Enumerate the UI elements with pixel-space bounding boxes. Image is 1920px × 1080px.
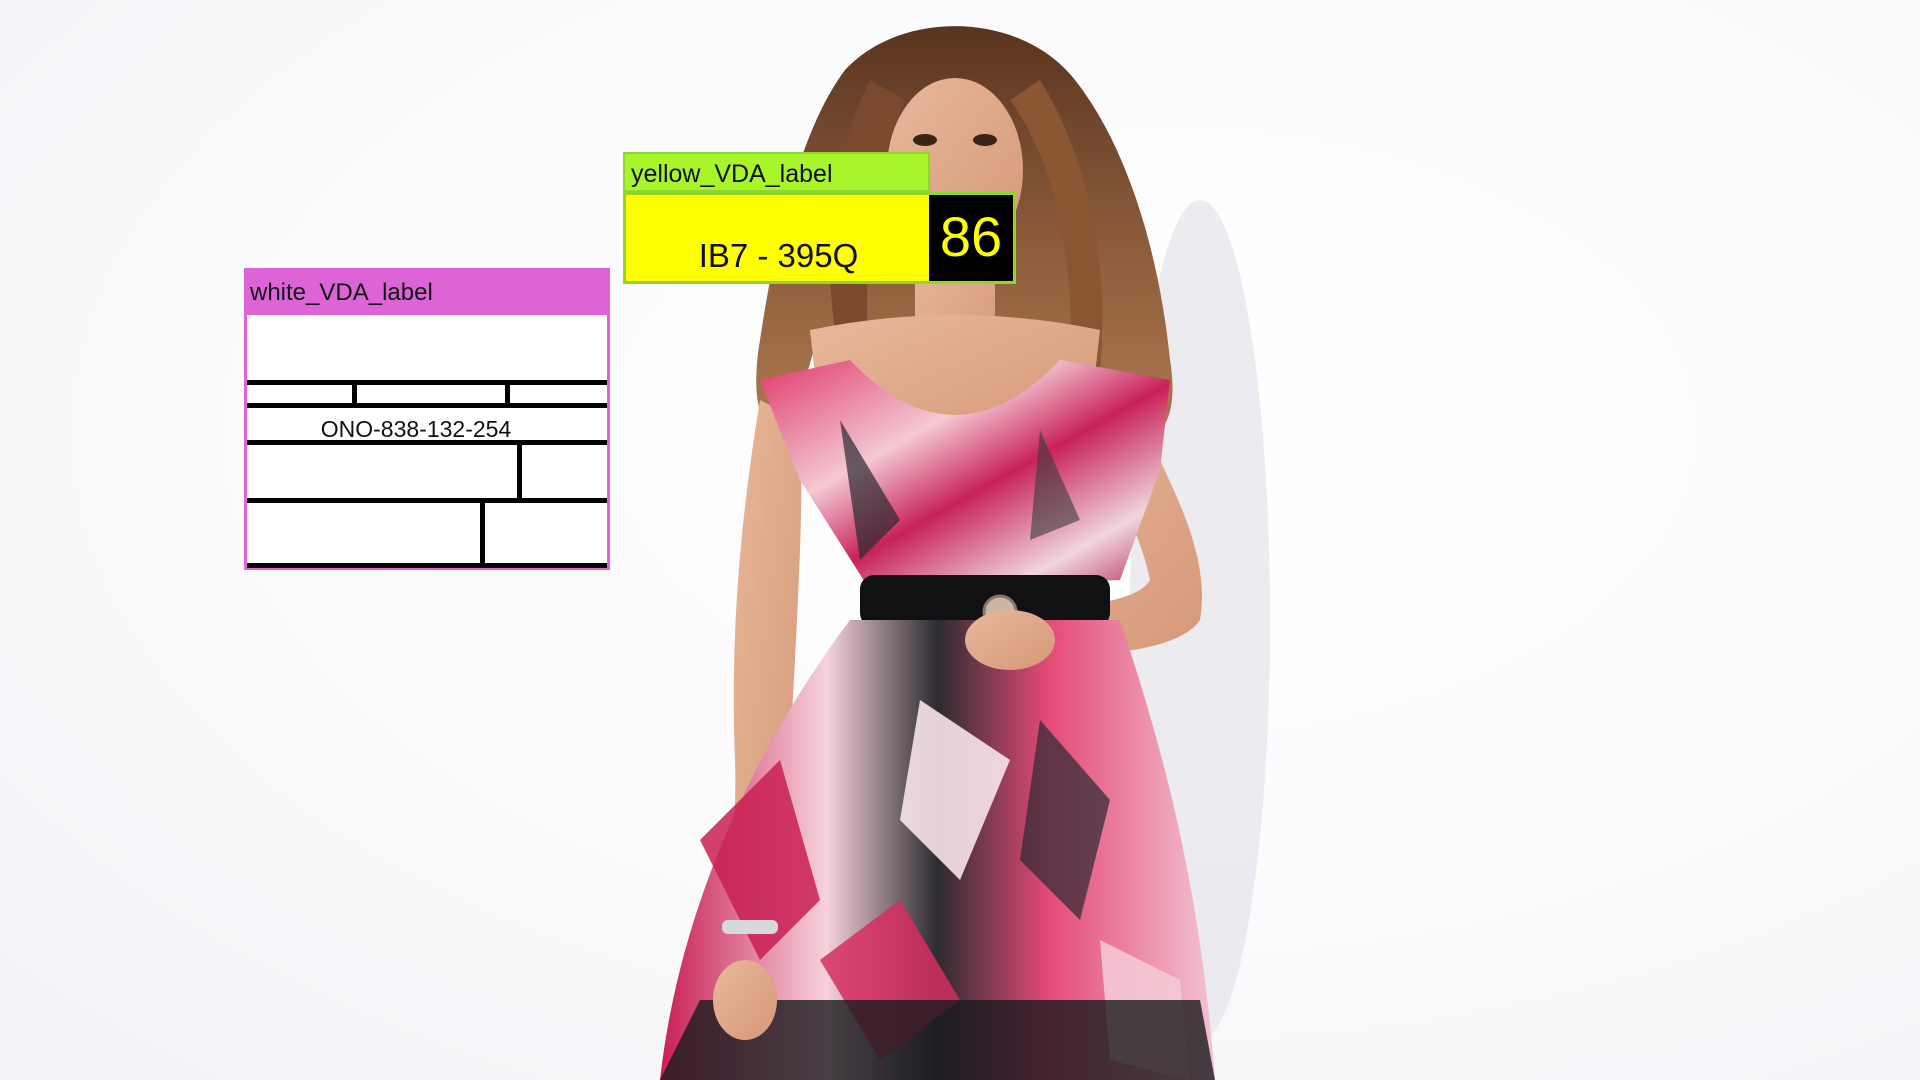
white-label-code: ONO-838-132-254 <box>320 416 512 442</box>
photo-canvas: yellow_VDA_label IB7 - 395Q 86 white_VDA… <box>0 0 1920 1080</box>
label-divider <box>247 440 607 445</box>
label-divider <box>480 498 485 568</box>
label-divider <box>247 498 607 503</box>
white-label-body: ONO-838-132-254 <box>244 311 610 570</box>
yellow-label-body: IB7 - 395Q 86 <box>623 192 1016 284</box>
yellow-vda-label: yellow_VDA_label IB7 - 395Q 86 <box>623 152 1016 284</box>
label-divider <box>247 403 607 408</box>
label-divider <box>517 440 522 500</box>
yellow-label-code: IB7 - 395Q <box>698 237 859 274</box>
yellow-label-header: yellow_VDA_label <box>623 152 930 192</box>
label-divider <box>247 380 607 385</box>
white-vda-label: white_VDA_label ONO-838-132-254 <box>244 268 610 570</box>
yellow-label-number: 86 <box>929 195 1013 281</box>
label-divider <box>247 563 607 568</box>
white-label-header: white_VDA_label <box>244 268 610 311</box>
